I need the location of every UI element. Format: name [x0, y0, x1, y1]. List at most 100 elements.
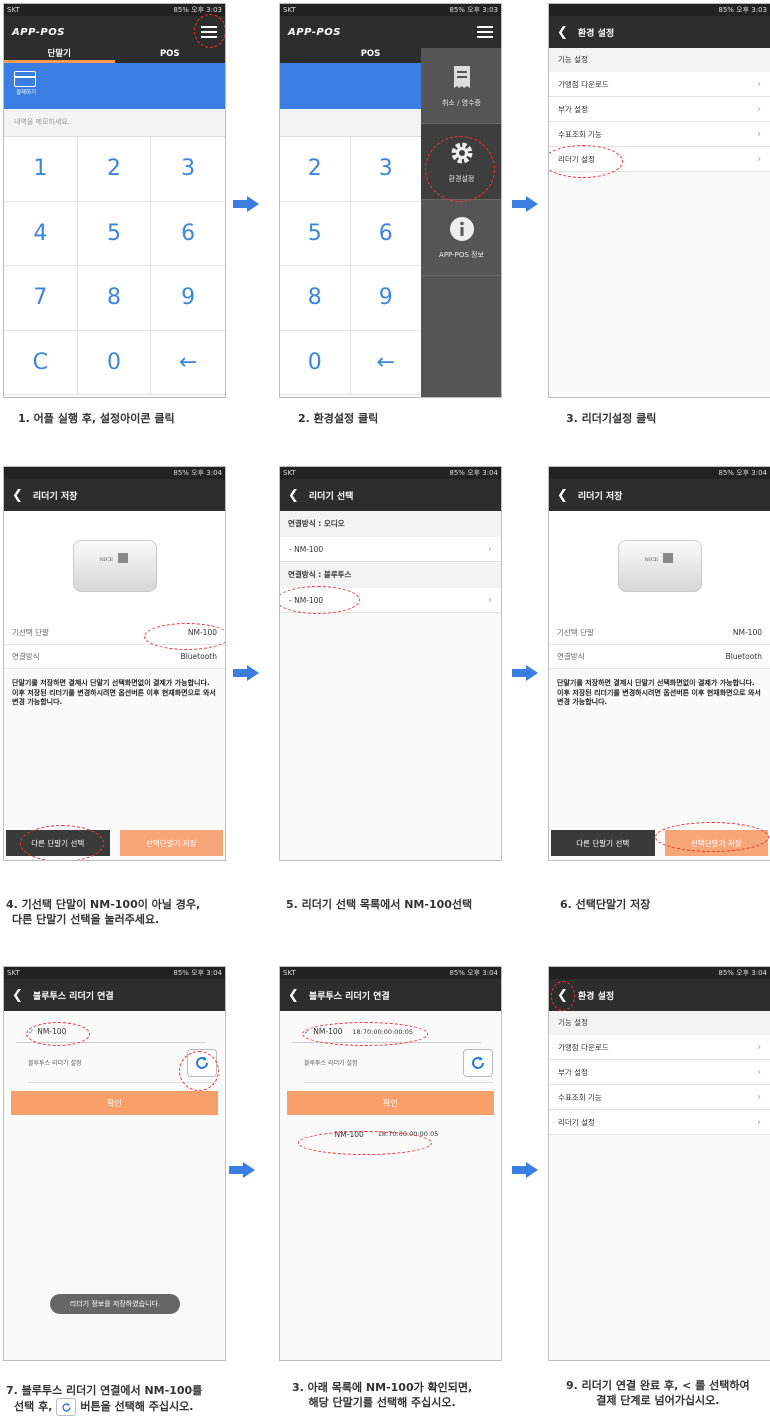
tab-terminal[interactable]: 단말기 [4, 48, 115, 63]
memo-input[interactable] [280, 109, 421, 137]
tab-pos[interactable]: POS [320, 48, 421, 63]
refresh-icon [56, 1398, 77, 1416]
key-3[interactable]: 3 [151, 137, 225, 202]
tab-bar: POS [280, 48, 421, 63]
key-1[interactable]: 1 [4, 137, 78, 202]
back-icon[interactable]: ❮ [288, 989, 299, 1002]
drawer-item-cancel[interactable]: 취소 / 영수증 [421, 48, 501, 124]
key-9[interactable]: 9 [151, 266, 225, 331]
other-terminal-button[interactable]: 다른 단말기 선택 [551, 830, 655, 856]
chevron-right-icon: › [757, 1091, 761, 1103]
key-6[interactable]: 6 [151, 202, 225, 266]
arrow-right-icon [512, 1162, 538, 1178]
drawer-item-info[interactable]: APP-POS 정보 [421, 200, 501, 276]
caption-1: 1. 어플 실행 후, 설정아이콘 클릭 [18, 412, 175, 425]
tab-pos[interactable]: POS [115, 48, 226, 63]
key-backspace[interactable]: ← [350, 331, 421, 395]
key-3[interactable]: 3 [350, 137, 421, 202]
back-icon[interactable]: ❮ [12, 489, 23, 502]
screen-9: 85% 오후 3:04 ❮ 환경 설정 기능 설정 가맹점 다운로드 › 부가 설정… [548, 966, 770, 1361]
connection-row: 연결방식 Bluetooth [549, 645, 770, 669]
key-9[interactable]: 9 [350, 266, 421, 331]
highlight-ring [549, 145, 623, 178]
key-8[interactable]: 8 [77, 266, 152, 331]
screen-7: SKT 85% 오후 3:04 ❮ 블루투스 리더기 연결 ✓ NM-100 블루투스… [3, 966, 226, 1361]
key-7[interactable]: 7 [4, 266, 78, 331]
settings-item-download[interactable]: 가맹점 다운로드 › [549, 1035, 770, 1060]
confirm-button[interactable]: 확인 [11, 1091, 218, 1115]
memo-input[interactable]: 내역을 메모하세요. [4, 109, 225, 137]
highlight-ring [194, 14, 225, 48]
chevron-right-icon: › [757, 1116, 761, 1128]
reader-save-header: ❮ 리더기 저장 [549, 479, 770, 511]
toast-message: 리더기 정보를 저장하였습니다. [50, 1294, 180, 1314]
tab-bar: 단말기 POS [4, 48, 225, 63]
key-clear[interactable]: C [4, 330, 78, 395]
caption-3: 3. 리더기설정 클릭 [566, 412, 657, 425]
status-bar: 85% 오후 3:04 [549, 967, 770, 979]
status-bar: SKT 85% 오후 3:04 [280, 967, 501, 979]
caption-2: 2. 환경설정 클릭 [298, 412, 379, 425]
screen-3: 85% 오후 3:03 ❮ 환경 설정 기능 설정 가맹점 다운로드 › 부가 설정… [548, 3, 770, 398]
pay-button[interactable]: 결제하기 [14, 71, 38, 96]
highlight-ring [298, 1131, 432, 1155]
key-2[interactable]: 2 [77, 137, 152, 202]
caption-7: 7. 블루투스 리더기 연결에서 NM-100를 선택 후, 버튼을 선택해 주십… [6, 1383, 202, 1416]
key-6[interactable]: 6 [350, 202, 421, 266]
back-icon[interactable]: ❮ [557, 26, 568, 39]
app-header: APP-POS [4, 16, 225, 48]
key-5[interactable]: 5 [77, 201, 152, 266]
settings-item-extra[interactable]: 부가 설정 › [549, 97, 770, 122]
reader-item-audio[interactable]: - NM-100 › [280, 537, 501, 562]
side-drawer: 취소 / 영수증 환경설정 APP-POS 정보 [421, 48, 501, 397]
refresh-icon [472, 1056, 484, 1069]
key-5[interactable]: 5 [280, 201, 351, 266]
settings-item-extra[interactable]: 부가 설정 › [549, 1060, 770, 1085]
settings-item-reader[interactable]: 리더기 설정 › [549, 1110, 770, 1135]
key-0[interactable]: 0 [77, 330, 152, 395]
key-backspace[interactable]: ← [151, 331, 225, 395]
section-label: 기능 설정 [549, 1011, 770, 1035]
screen-6: 85% 오후 3:04 ❮ 리더기 저장 NICE 기선택 단말 NM-100 연결… [548, 466, 770, 861]
refresh-button[interactable] [463, 1048, 493, 1077]
highlight-ring [20, 825, 104, 860]
page-title: 블루투스 리더기 연결 [32, 991, 114, 1002]
back-icon[interactable]: ❮ [288, 489, 299, 502]
key-4[interactable]: 4 [4, 201, 78, 266]
menu-icon[interactable] [477, 26, 493, 38]
status-bar: SKT 85% 오후 3:04 [280, 467, 501, 479]
bt-settings-row: 블루투스 리더기 설정 [304, 1043, 493, 1083]
reader-select-header: ❮ 리더기 선택 [280, 479, 501, 511]
settings-item-check[interactable]: 수표조회 기능 › [549, 122, 770, 147]
status-bar: 85% 오후 3:03 [549, 4, 770, 16]
app-header: APP-POS [280, 16, 501, 48]
settings-item-download[interactable]: 가맹점 다운로드 › [549, 72, 770, 97]
keypad: 1 2 3 4 5 6 7 8 9 C 0 ← [4, 137, 225, 395]
screen-1: SKT 85% 오후 3:03 APP-POS 단말기 POS 결제하기 내역을 … [3, 3, 226, 398]
screen-8: SKT 85% 오후 3:04 ❮ 블루투스 리더기 연결 ✓ NM-100 18:70… [279, 966, 502, 1361]
bt-connect-header: ❮ 블루투스 리더기 연결 [280, 979, 501, 1011]
settings-header: ❮ 환경 설정 [549, 16, 770, 48]
settings-item-check[interactable]: 수표조회 기능 › [549, 1085, 770, 1110]
keypad: 2 3 5 6 8 9 0 ← [280, 137, 421, 395]
info-icon [449, 216, 475, 242]
highlight-ring [425, 136, 495, 202]
page-title: 환경 설정 [577, 28, 615, 39]
screen-4: 85% 오후 3:04 ❮ 리더기 저장 NICE 기선택 단말 NM-100 연결… [3, 466, 226, 861]
key-8[interactable]: 8 [280, 266, 351, 331]
back-icon[interactable]: ❮ [557, 489, 568, 502]
save-terminal-button[interactable]: 선택단말기 저장 [119, 830, 223, 856]
key-0[interactable]: 0 [280, 330, 351, 395]
highlight-ring [302, 1022, 428, 1046]
section-audio: 연결방식 : 오디오 [280, 511, 501, 537]
confirm-button[interactable]: 확인 [287, 1091, 494, 1115]
page-title: 환경 설정 [577, 991, 615, 1002]
chevron-right-icon: › [757, 1041, 761, 1053]
chevron-right-icon: › [488, 594, 492, 606]
status-bar: SKT 85% 오후 3:04 [4, 967, 225, 979]
chevron-right-icon: › [757, 128, 761, 140]
back-icon[interactable]: ❮ [12, 989, 23, 1002]
chevron-right-icon: › [488, 543, 492, 555]
key-2[interactable]: 2 [280, 137, 351, 202]
highlight-ring [280, 586, 360, 614]
